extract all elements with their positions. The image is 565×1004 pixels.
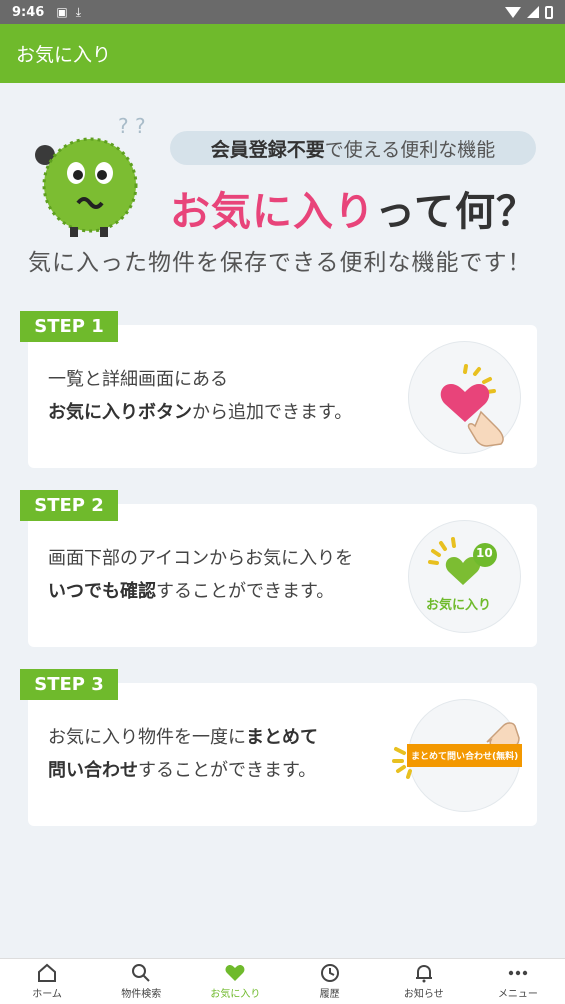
headline-pink: お気に入り <box>170 189 375 235</box>
step-1-illustration <box>408 341 521 454</box>
mascot-illustration: ? ? <box>35 114 146 237</box>
step-1-line1: 一覧と詳細画面にある <box>48 369 228 390</box>
nav-notifications[interactable]: お知らせ <box>377 959 471 1004</box>
hero-subtitle: 気に入った物件を保存できる便利な機能です！ <box>28 250 532 276</box>
step-1-card: 一覧と詳細画面にある お気に入りボタンから追加できます。 <box>28 325 537 468</box>
heart-tap-icon <box>440 364 504 447</box>
bell-icon <box>415 964 432 983</box>
wifi-icon <box>505 6 521 18</box>
nav-home[interactable]: ホーム <box>0 959 94 1004</box>
more-icon <box>508 970 528 976</box>
badge-label: お気に入り <box>426 598 492 613</box>
pill-text: で使える便利な機能 <box>324 138 496 161</box>
sparkle-icon <box>392 747 412 779</box>
favorites-tab-icon <box>428 537 497 585</box>
nav-menu[interactable]: メニュー <box>471 959 565 1004</box>
step-3-card: お気に入り物件を一度にまとめて 問い合わせすることができます。 まとめて問い合わ… <box>28 683 537 826</box>
hero-section: ? ? 会員登録不要 で使える便利な機能 お気に入りって何？ 気に入った物件を保存… <box>0 83 565 293</box>
nav-favorites[interactable]: お気に入り <box>188 959 282 1004</box>
home-icon <box>38 963 57 982</box>
step-2-line2: することができます。 <box>156 581 335 602</box>
bottom-navigation: ホーム 物件検索 お気に入り 履歴 お知らせ メニュー <box>0 958 565 1004</box>
headline-rest: って何？ <box>375 189 537 235</box>
heart-icon <box>225 965 245 981</box>
badge-count: 10 <box>476 546 493 560</box>
nav-search[interactable]: 物件検索 <box>94 959 188 1004</box>
nav-menu-label: メニュー <box>497 989 538 1000</box>
step-1-tag: STEP 1 <box>20 311 118 342</box>
step-3-tag: STEP 3 <box>20 669 118 700</box>
history-icon <box>320 964 339 982</box>
step-1-line2: から追加できます。 <box>192 402 353 423</box>
step-2-text: 画面下部のアイコンからお気に入りを いつでも確認することができます。 <box>48 542 353 608</box>
nav-history-label: 履歴 <box>319 989 340 1000</box>
nav-home-label: ホーム <box>32 989 62 1000</box>
status-time: 9:46 <box>12 4 45 20</box>
page-title: お気に入り <box>16 44 112 66</box>
step-2-tag: STEP 2 <box>20 490 118 521</box>
app-bar: お気に入り <box>0 24 565 83</box>
nav-search-label: 物件検索 <box>121 989 162 1000</box>
pill-bold-text: 会員登録不要 <box>210 138 325 161</box>
step-3-text: お気に入り物件を一度にまとめて 問い合わせすることができます。 <box>48 721 318 787</box>
step-2-bold: いつでも確認 <box>48 581 156 602</box>
signal-icon <box>527 6 539 18</box>
status-bar: 9:46 ▣ ⤓ <box>0 0 565 24</box>
nav-history[interactable]: 履歴 <box>283 959 377 1004</box>
nav-favorites-label: お気に入り <box>210 989 261 1000</box>
step-2-card: 画面下部のアイコンからお気に入りを いつでも確認することができます。 10 お気… <box>28 504 537 647</box>
step-3-bold2: 問い合わせ <box>48 760 138 781</box>
step-1-bold: お気に入りボタン <box>48 402 192 423</box>
headline: お気に入りって何？ <box>170 179 537 237</box>
search-icon <box>132 964 150 982</box>
mascot-marks: ? ? <box>118 114 146 138</box>
step-2-line1: 画面下部のアイコンからお気に入りを <box>48 548 354 569</box>
download-icon: ⤓ <box>75 4 81 19</box>
step-2-illustration: 10 お気に入り <box>408 520 521 633</box>
step-3-line2: することができます。 <box>138 760 317 781</box>
feature-pill: 会員登録不要 で使える便利な機能 <box>170 131 536 165</box>
step-3-bold1: まとめて <box>246 727 318 748</box>
a-box-icon: ▣ <box>56 5 68 19</box>
main-content[interactable]: ? ? 会員登録不要 で使える便利な機能 お気に入りって何？ 気に入った物件を保存… <box>0 83 565 958</box>
step-3-line1: お気に入り物件を一度に <box>48 727 246 748</box>
step-1-text: 一覧と詳細画面にある お気に入りボタンから追加できます。 <box>48 363 352 429</box>
nav-notifications-label: お知らせ <box>403 989 444 1000</box>
battery-icon <box>545 5 553 19</box>
